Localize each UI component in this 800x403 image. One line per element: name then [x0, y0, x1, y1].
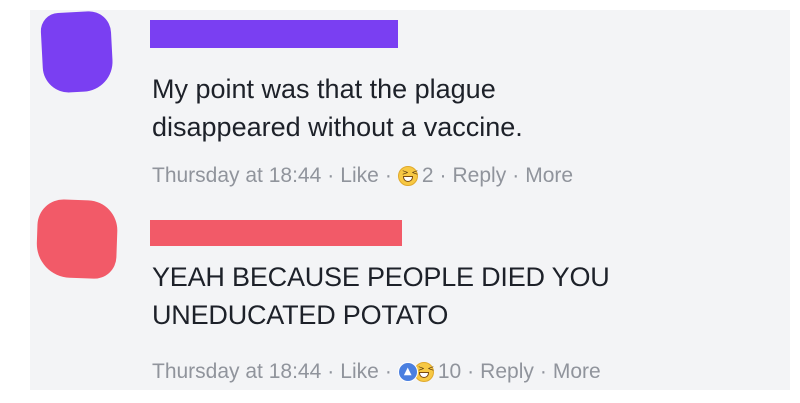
reaction-count[interactable]: 10 — [438, 358, 461, 386]
like-link[interactable]: Like — [340, 162, 379, 190]
comment-body: YEAH BECAUSE PEOPLE DIED YOU UNEDUCATED … — [152, 258, 610, 334]
redacted-name — [150, 20, 398, 48]
like-thumb-icon[interactable]: ▲ — [397, 362, 418, 382]
separator: · — [539, 360, 547, 383]
timestamp-link[interactable]: Thursday at 18:44 — [152, 162, 321, 190]
redacted-avatar — [39, 10, 115, 94]
comment-body: My point was that the plague disappeared… — [152, 70, 523, 146]
like-link[interactable]: Like — [340, 358, 379, 386]
separator: · — [327, 164, 335, 187]
comment-meta: Thursday at 18:44 · Like · >< 2 · Reply … — [152, 162, 573, 190]
comment-body-line: My point was that the plague — [152, 74, 496, 104]
separator: · — [384, 360, 392, 383]
redacted-name — [150, 220, 402, 246]
separator: · — [439, 164, 447, 187]
comment-meta: Thursday at 18:44 · Like · ▲ >< 10 · Rep… — [152, 358, 601, 386]
reply-link[interactable]: Reply — [480, 358, 534, 386]
timestamp-link[interactable]: Thursday at 18:44 — [152, 358, 321, 386]
comment-body-line: disappeared without a vaccine. — [152, 112, 523, 142]
haha-emoji-icon[interactable]: >< — [397, 166, 418, 186]
separator: · — [384, 164, 392, 187]
more-link[interactable]: More — [525, 162, 573, 190]
comment-body-line: UNEDUCATED POTATO — [152, 300, 449, 330]
redacted-avatar — [35, 198, 119, 280]
reaction-count[interactable]: 2 — [422, 162, 434, 190]
reply-link[interactable]: Reply — [453, 162, 507, 190]
separator: · — [512, 164, 520, 187]
comment-body-line: YEAH BECAUSE PEOPLE DIED YOU — [152, 262, 610, 292]
more-link[interactable]: More — [553, 358, 601, 386]
separator: · — [327, 360, 335, 383]
separator: · — [467, 360, 475, 383]
comment-thread: My point was that the plague disappeared… — [30, 10, 790, 390]
